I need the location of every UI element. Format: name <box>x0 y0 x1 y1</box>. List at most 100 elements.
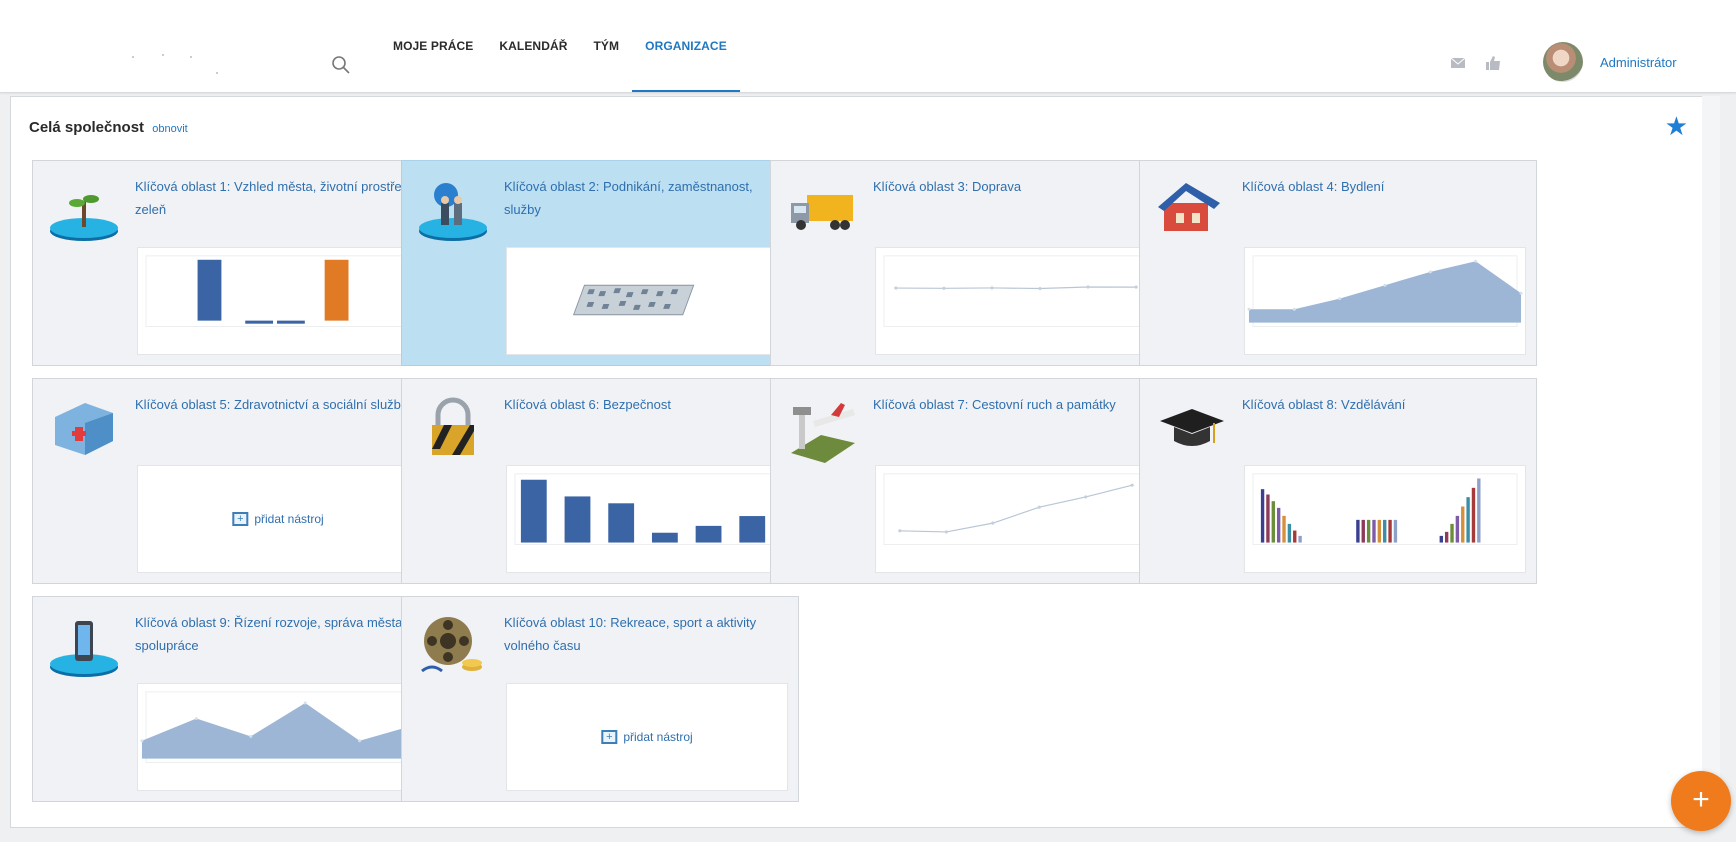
card-key-area-9[interactable]: Klíčová oblast 9: Řízení rozvoje, správa… <box>32 596 430 802</box>
card-title: Klíčová oblast 10: Rekreace, sport a akt… <box>504 615 757 653</box>
add-tool-button[interactable]: + přidat nástroj <box>601 730 693 744</box>
data-point <box>1134 285 1138 289</box>
card-title: Klíčová oblast 5: Zdravotnictví a sociál… <box>135 397 408 412</box>
avatar[interactable] <box>1543 42 1583 82</box>
bar <box>1366 519 1371 543</box>
bar <box>1372 519 1376 543</box>
data-point <box>1519 291 1523 295</box>
card-key-area-5[interactable]: Klíčová oblast 5: Zdravotnictví a sociál… <box>32 378 430 584</box>
data-point <box>140 739 144 743</box>
data-point <box>1383 283 1387 287</box>
top-bar: MOJE PRÁCE KALENDÁŘ TÝM ORGANIZACE Admin… <box>0 0 1736 93</box>
bar <box>651 532 678 543</box>
card-key-area-10[interactable]: Klíčová oblast 10: Rekreace, sport a akt… <box>401 596 799 802</box>
plot-area <box>145 255 411 328</box>
graduation-cap-icon <box>1160 409 1224 446</box>
card-key-area-6[interactable]: Klíčová oblast 6: Bezpečnost <box>401 378 799 584</box>
plant-icon <box>50 195 118 241</box>
bar <box>1377 519 1382 543</box>
map-thumbnail <box>506 247 788 355</box>
data-point <box>1084 495 1088 499</box>
data-point <box>990 286 994 290</box>
card-key-area-1[interactable]: Klíčová oblast 1: Vzhled města, životní … <box>32 160 430 366</box>
data-point <box>194 717 198 721</box>
card-key-area-8[interactable]: Klíčová oblast 8: Vzdělávání <box>1139 378 1537 584</box>
nav-my-work[interactable]: MOJE PRÁCE <box>380 0 486 92</box>
data-point <box>894 286 898 290</box>
bar <box>1393 519 1398 543</box>
airport-icon <box>791 403 855 463</box>
bar <box>739 516 766 543</box>
plot-area <box>883 473 1149 546</box>
bar <box>1276 507 1281 543</box>
card-key-area-7[interactable]: Klíčová oblast 7: Cestovní ruch a památk… <box>770 378 1168 584</box>
bar <box>1287 523 1292 543</box>
nav-calendar[interactable]: KALENDÁŘ <box>486 0 580 92</box>
search-icon[interactable] <box>330 54 352 76</box>
bar <box>608 503 635 543</box>
bar <box>197 259 222 321</box>
card-title: Klíčová oblast 2: Podnikání, zaměstnanos… <box>504 179 753 217</box>
scrollbar[interactable] <box>1702 96 1720 826</box>
film-reel-icon <box>421 617 482 673</box>
add-tool-label: přidat nástroj <box>254 512 324 526</box>
data-point <box>358 739 362 743</box>
data-point <box>991 521 995 525</box>
add-tool-label: přidat nástroj <box>623 730 693 744</box>
nav-team[interactable]: TÝM <box>581 0 633 92</box>
card-title: Klíčová oblast 3: Doprava <box>873 179 1022 194</box>
mail-icon[interactable] <box>1450 55 1466 71</box>
chart-key-area-4 <box>1244 247 1526 355</box>
card-title: Klíčová oblast 9: Řízení rozvoje, správa… <box>135 615 414 653</box>
bar <box>1356 519 1360 543</box>
data-point <box>942 286 946 290</box>
chart-key-area-7 <box>875 465 1157 573</box>
logo[interactable] <box>132 52 242 78</box>
add-fab-button[interactable]: + <box>1671 771 1731 831</box>
refresh-link[interactable]: obnovit <box>152 123 187 135</box>
bar <box>1266 494 1270 543</box>
bar <box>245 320 274 324</box>
card-key-area-3[interactable]: Klíčová oblast 3: Doprava <box>770 160 1168 366</box>
data-point <box>1086 285 1090 289</box>
nav-organization[interactable]: ORGANIZACE <box>632 0 740 92</box>
data-point <box>1428 270 1432 274</box>
add-tool-area: + přidat nástroj <box>506 683 788 791</box>
data-point <box>898 529 902 533</box>
card-title: Klíčová oblast 4: Bydlení <box>1242 179 1385 194</box>
data-point <box>1038 286 1042 291</box>
data-point <box>249 734 253 738</box>
bar <box>1461 506 1465 543</box>
bar <box>324 259 349 321</box>
truck-icon <box>791 195 853 230</box>
bar <box>1260 489 1265 543</box>
main-nav: MOJE PRÁCE KALENDÁŘ TÝM ORGANIZACE <box>380 0 740 92</box>
business-icon <box>419 183 487 241</box>
card-title: Klíčová oblast 8: Vzdělávání <box>1242 397 1406 412</box>
thumbs-up-icon[interactable] <box>1485 55 1501 71</box>
data-point <box>1338 297 1342 301</box>
add-tool-button[interactable]: + přidat nástroj <box>232 512 324 526</box>
card-title: Klíčová oblast 1: Vzhled města, životní … <box>135 179 417 217</box>
bar <box>1477 478 1481 543</box>
dashboard-panel: Celá společnost obnovit ★ Klíčová oblast… <box>10 96 1705 828</box>
hospital-icon <box>55 403 113 455</box>
card-key-area-2[interactable]: Klíčová oblast 2: Podnikání, zaměstnanos… <box>401 160 799 366</box>
bar <box>1388 519 1392 543</box>
plot-area <box>883 255 1149 328</box>
card-title: Klíčová oblast 7: Cestovní ruch a památk… <box>873 397 1116 412</box>
phone-icon <box>50 621 118 677</box>
data-point <box>1292 307 1296 311</box>
chart-key-area-6 <box>506 465 788 573</box>
house-icon <box>1158 183 1220 231</box>
data-point <box>1247 307 1251 311</box>
card-key-area-4[interactable]: Klíčová oblast 4: Bydlení <box>1139 160 1537 366</box>
user-name[interactable]: Administrátor <box>1600 55 1677 70</box>
data-point <box>944 530 948 534</box>
bar <box>1439 535 1443 543</box>
star-icon[interactable]: ★ <box>1665 111 1688 142</box>
bar <box>1455 515 1460 543</box>
bar <box>1298 535 1302 543</box>
bar <box>1293 530 1297 543</box>
data-point <box>1130 483 1134 487</box>
